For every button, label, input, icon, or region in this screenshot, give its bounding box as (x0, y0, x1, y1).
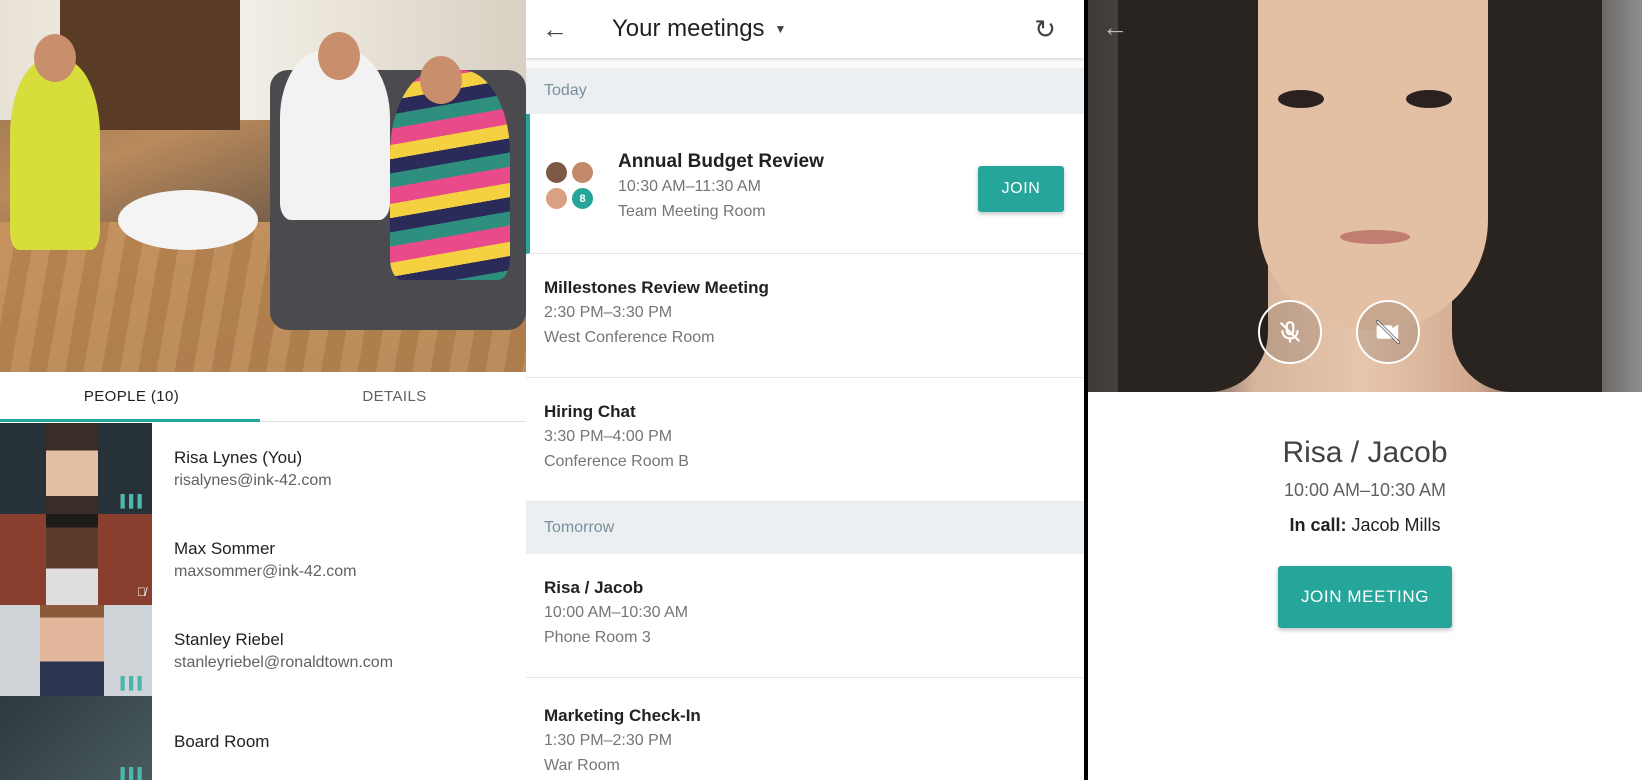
meeting-item-risa-jacob[interactable]: Risa / Jacob 10:00 AM–10:30 AM Phone Roo… (526, 554, 1084, 678)
refresh-icon[interactable]: ↻ (1016, 0, 1074, 58)
meeting-room: Team Meeting Room (618, 203, 766, 220)
meeting-item-annual-budget-review[interactable]: 8 Annual Budget Review 10:30 AM–11:30 AM… (526, 114, 1084, 254)
meetings-dropdown[interactable]: Your meetings ▼ (612, 15, 786, 43)
participant-video-thumbnail: 🎙̸ (0, 514, 152, 605)
self-camera-preview: ← (1088, 0, 1642, 392)
audio-level-icon: ▌▌▌ (120, 494, 146, 508)
meeting-summary: Risa / Jacob 10:00 AM–10:30 AM In call: … (1088, 392, 1642, 628)
meeting-title: Millestones Review Meeting (544, 278, 769, 297)
meeting-time: 10:00 AM–10:30 AM (1283, 480, 1447, 500)
attendee-count-badge: 8 (570, 186, 595, 211)
meeting-time: 3:30 PM–4:00 PM (544, 428, 673, 445)
people-list: ▌▌▌ Risa Lynes (You) risalynes@ink-42.co… (0, 423, 526, 780)
list-item[interactable]: ▌▌▌ Risa Lynes (You) risalynes@ink-42.co… (0, 423, 526, 514)
avatar (570, 160, 595, 185)
meeting-item-hiring-chat[interactable]: Hiring Chat 3:30 PM–4:00 PM Conference R… (526, 378, 1084, 502)
in-call-name: Jacob Mills (1351, 515, 1441, 535)
app-bar: ← Your meetings ▼ ↻ (526, 0, 1084, 58)
active-tab-indicator (0, 419, 260, 422)
meeting-title: Risa / Jacob (544, 578, 644, 597)
meeting-time: 10:30 AM–11:30 AM (618, 178, 761, 195)
list-item[interactable]: ▌▌▌ Stanley Riebel stanleyriebel@ronaldt… (0, 605, 526, 696)
section-header-tomorrow: Tomorrow (526, 502, 1084, 554)
meeting-time: 10:00 AM–10:30 AM (544, 604, 689, 621)
list-item[interactable]: 🎙̸ Max Sommer maxsommer@ink-42.com (0, 514, 526, 605)
meeting-title: Marketing Check-In (544, 706, 701, 725)
people-details-tabs: PEOPLE (10) DETAILS (0, 372, 526, 422)
participant-video-thumbnail: ▌▌▌ (0, 696, 152, 780)
attendee-avatars: 8 (544, 160, 596, 212)
meeting-item-marketing-check-in[interactable]: Marketing Check-In 1:30 PM–2:30 PM War R… (526, 678, 1084, 780)
back-arrow-icon[interactable]: ← (1102, 12, 1128, 43)
participant-name: Stanley Riebel (174, 629, 284, 649)
list-item[interactable]: ▌▌▌ Board Room (0, 696, 526, 780)
avatar (544, 186, 569, 211)
participant-video-thumbnail: ▌▌▌ (0, 605, 152, 696)
meeting-time: 1:30 PM–2:30 PM (544, 732, 673, 749)
participant-email: maxsommer@ink-42.com (174, 562, 357, 580)
join-meeting-panel: ← Risa / Jacob 10:00 AM–10:30 AM In call… (1088, 0, 1642, 780)
participant-name: Max Sommer (174, 538, 276, 558)
meeting-time: 2:30 PM–3:30 PM (544, 304, 673, 321)
meeting-room: West Conference Room (544, 329, 715, 346)
join-meeting-button[interactable]: JOIN MEETING (1278, 566, 1452, 628)
avatar (544, 160, 569, 185)
mic-off-icon: 🎙̸ (137, 585, 146, 599)
section-header-today: Today (526, 68, 1084, 114)
caret-down-icon: ▼ (774, 22, 787, 36)
meeting-details-panel: PEOPLE (10) DETAILS ▌▌▌ Risa Lynes (You)… (0, 0, 526, 780)
participant-name: Board Room (174, 731, 270, 751)
page-title: Your meetings (612, 15, 765, 42)
meeting-room: War Room (544, 757, 620, 774)
meeting-room: Phone Room 3 (544, 629, 651, 646)
meeting-title: Risa / Jacob (1282, 436, 1448, 469)
meeting-title: Hiring Chat (544, 402, 636, 421)
participant-email: risalynes@ink-42.com (174, 471, 332, 489)
room-camera-view (0, 0, 526, 372)
in-call-status: In call: Jacob Mills (1088, 515, 1642, 536)
in-call-label: In call: (1289, 515, 1347, 535)
camera-off-icon[interactable] (1356, 300, 1420, 364)
join-button[interactable]: JOIN (978, 166, 1064, 212)
audio-level-icon: ▌▌▌ (120, 767, 146, 780)
participant-email: stanleyriebel@ronaldtown.com (174, 653, 394, 671)
meeting-item-millestones-review[interactable]: Millestones Review Meeting 2:30 PM–3:30 … (526, 254, 1084, 378)
mic-off-icon[interactable] (1258, 300, 1322, 364)
meeting-title: Annual Budget Review (618, 151, 824, 172)
back-arrow-icon[interactable]: ← (526, 0, 584, 58)
meeting-room: Conference Room B (544, 453, 689, 470)
participant-video-thumbnail: ▌▌▌ (0, 423, 152, 514)
audio-level-icon: ▌▌▌ (120, 676, 146, 690)
meetings-list-panel: ← Your meetings ▼ ↻ Today 8 Annual Budge… (526, 0, 1084, 780)
participant-name: Risa Lynes (You) (174, 447, 303, 467)
tab-people[interactable]: PEOPLE (10) (0, 372, 263, 421)
tab-details[interactable]: DETAILS (263, 372, 526, 421)
